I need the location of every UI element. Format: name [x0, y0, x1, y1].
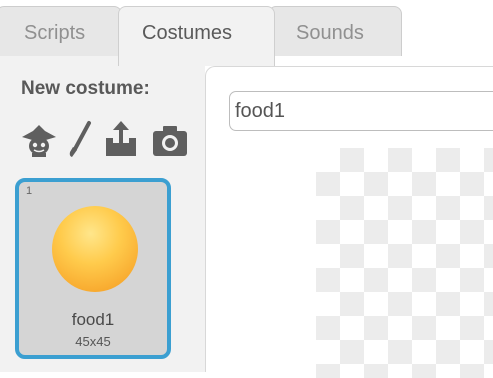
costume-thumbnail[interactable]: 1 food1 45x45 — [15, 178, 171, 359]
tab-costumes[interactable]: Costumes — [118, 6, 275, 66]
paint-new-costume-icon[interactable] — [19, 119, 59, 159]
new-costume-tools — [19, 119, 209, 159]
tab-scripts[interactable]: Scripts — [0, 6, 122, 56]
upload-icon[interactable] — [101, 119, 141, 159]
camera-icon[interactable] — [150, 119, 190, 159]
brush-icon[interactable] — [62, 119, 102, 159]
new-costume-label: New costume: — [21, 78, 150, 99]
costume-size: 45x45 — [75, 334, 111, 349]
paint-canvas[interactable] — [316, 148, 493, 378]
costume-name-input[interactable] — [229, 91, 493, 131]
costume-sidebar: New costume: 1 food1 45x45 — [0, 56, 205, 372]
costume-name: food1 — [71, 310, 115, 329]
paint-editor — [205, 66, 493, 378]
costume-preview-image — [52, 206, 138, 292]
tab-sounds[interactable]: Sounds — [268, 6, 402, 56]
costume-number: 1 — [26, 185, 33, 197]
